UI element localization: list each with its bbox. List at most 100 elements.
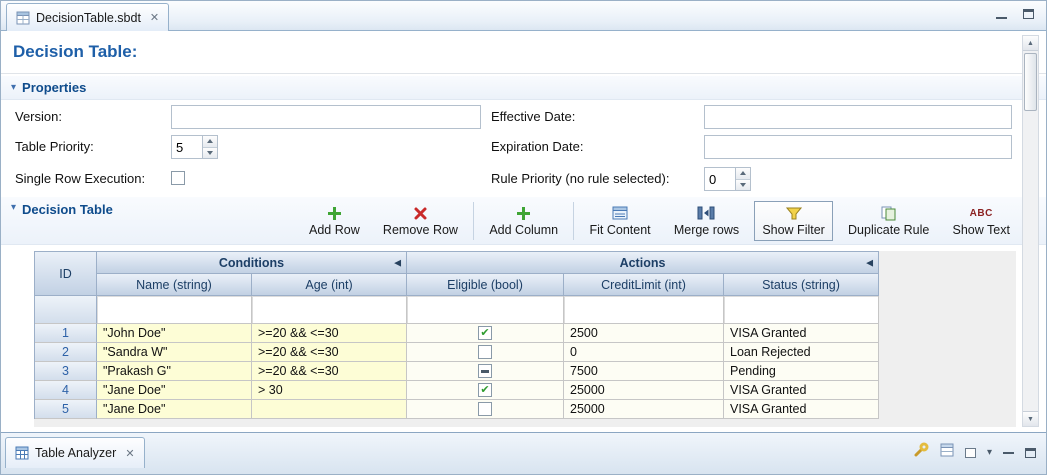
status-cell[interactable]: VISA Granted — [724, 400, 879, 419]
row-id-cell[interactable]: 2 — [35, 343, 97, 362]
status-cell[interactable]: Loan Rejected — [724, 343, 879, 362]
age-cell[interactable]: >=20 && <=30 — [252, 362, 407, 381]
editor-body: Decision Table: ▾ Properties Version: Ef… — [1, 31, 1046, 434]
column-header-creditlimit[interactable]: CreditLimit (int) — [564, 274, 724, 296]
eligible-checkbox[interactable] — [478, 402, 492, 416]
creditlimit-cell[interactable]: 25000 — [564, 400, 724, 419]
status-cell[interactable]: VISA Granted — [724, 381, 879, 400]
column-header-age[interactable]: Age (int) — [252, 274, 407, 296]
creditlimit-cell[interactable]: 7500 — [564, 362, 724, 381]
fit-content-button[interactable]: Fit Content — [582, 201, 659, 241]
add-icon — [516, 205, 531, 221]
tab-table-analyzer[interactable]: Table Analyzer ✕ — [5, 437, 145, 468]
id-column-header[interactable]: ID — [35, 252, 97, 296]
filter-status-input[interactable] — [724, 296, 879, 324]
tab-close-icon[interactable]: ✕ — [150, 11, 159, 24]
column-header-status[interactable]: Status (string) — [724, 274, 879, 296]
name-cell[interactable]: "John Doe" — [97, 324, 252, 343]
scroll-up-button[interactable]: ▲ — [1023, 36, 1038, 51]
spin-down-button[interactable] — [736, 179, 750, 191]
export-table-icon[interactable] — [940, 443, 954, 462]
eligible-checkbox[interactable] — [478, 345, 492, 359]
row-id-cell[interactable]: 1 — [35, 324, 97, 343]
name-cell[interactable]: "Sandra W" — [97, 343, 252, 362]
collapse-left-icon[interactable]: ◀ — [394, 257, 401, 268]
minimize-view-icon[interactable] — [1003, 452, 1014, 454]
table-priority-input[interactable] — [171, 135, 202, 159]
row-id-cell[interactable]: 5 — [35, 400, 97, 419]
wrench-icon[interactable] — [913, 442, 929, 463]
duplicate-rule-button[interactable]: Duplicate Rule — [840, 201, 937, 241]
add-column-button[interactable]: Add Column — [481, 201, 566, 241]
age-cell[interactable]: > 30 — [252, 381, 407, 400]
properties-section-header[interactable]: ▾ Properties — [1, 76, 1046, 100]
decision-table-area: ID Conditions ◀ Actions ◀ — [34, 251, 1016, 427]
row-id-cell[interactable]: 3 — [35, 362, 97, 381]
decision-table-toolbar: Add Row Remove Row Add Column Fit Conten… — [301, 197, 1018, 245]
scroll-down-button[interactable]: ▼ — [1023, 411, 1038, 426]
filter-eligible-input[interactable] — [407, 296, 564, 324]
minimize-icon[interactable] — [996, 17, 1007, 19]
show-filter-button[interactable]: Show Filter — [754, 201, 833, 241]
spin-up-button[interactable] — [736, 168, 750, 179]
eligible-checkbox[interactable] — [478, 364, 492, 378]
table-row: 5 "Jane Doe" 25000 VISA Granted — [35, 400, 879, 419]
spin-down-icon — [740, 183, 746, 187]
effective-date-input[interactable] — [704, 105, 1012, 129]
tab-close-icon[interactable]: ✕ — [125, 447, 134, 460]
maximize-view-icon[interactable] — [1025, 448, 1036, 458]
column-header-eligible[interactable]: Eligible (bool) — [407, 274, 564, 296]
collapse-arrow-icon[interactable]: ▾ — [11, 202, 16, 213]
collapse-left-icon[interactable]: ◀ — [866, 257, 873, 268]
spin-up-button[interactable] — [203, 136, 217, 147]
spin-down-button[interactable] — [203, 147, 217, 159]
name-cell[interactable]: "Jane Doe" — [97, 381, 252, 400]
filter-name-input[interactable] — [97, 296, 252, 324]
rule-priority-input[interactable] — [704, 167, 735, 191]
eligible-cell — [407, 400, 564, 419]
merge-rows-icon — [697, 205, 715, 221]
conditions-group-header[interactable]: Conditions ◀ — [97, 252, 407, 274]
add-row-button[interactable]: Add Row — [301, 201, 368, 241]
eligible-cell — [407, 362, 564, 381]
eligible-checkbox[interactable] — [478, 326, 492, 340]
single-row-execution-checkbox[interactable] — [171, 171, 185, 185]
eligible-cell — [407, 324, 564, 343]
layout-icon[interactable] — [965, 448, 976, 458]
filter-age-input[interactable] — [252, 296, 407, 324]
show-text-button[interactable]: ABC Show Text — [945, 201, 1018, 241]
filter-id-cell — [35, 296, 97, 324]
actions-group-header[interactable]: Actions ◀ — [407, 252, 879, 274]
name-cell[interactable]: "Prakash G" — [97, 362, 252, 381]
bottom-panel-toolbar: ▾ — [913, 442, 1036, 463]
age-cell[interactable]: >=20 && <=30 — [252, 324, 407, 343]
editor-scrollbar[interactable]: ▲ ▼ — [1022, 35, 1039, 427]
group-label: Actions — [620, 256, 666, 270]
editor-tab-decisiontable[interactable]: DecisionTable.sbdt ✕ — [6, 3, 169, 31]
name-cell[interactable]: "Jane Doe" — [97, 400, 252, 419]
filter-creditlimit-input[interactable] — [564, 296, 724, 324]
age-cell[interactable] — [252, 400, 407, 419]
age-cell[interactable]: >=20 && <=30 — [252, 343, 407, 362]
expiration-date-input[interactable] — [704, 135, 1012, 159]
creditlimit-cell[interactable]: 2500 — [564, 324, 724, 343]
decision-table-section-label: Decision Table — [22, 202, 113, 217]
row-id-cell[interactable]: 4 — [35, 381, 97, 400]
merge-rows-button[interactable]: Merge rows — [666, 201, 747, 241]
table-row: 4 "Jane Doe" > 30 25000 VISA Granted — [35, 381, 879, 400]
scrollbar-thumb[interactable] — [1024, 53, 1037, 111]
collapse-arrow-icon[interactable]: ▾ — [11, 82, 16, 93]
filter-row — [35, 296, 879, 324]
creditlimit-cell[interactable]: 25000 — [564, 381, 724, 400]
eligible-checkbox[interactable] — [478, 383, 492, 397]
status-cell[interactable]: VISA Granted — [724, 324, 879, 343]
column-header-name[interactable]: Name (string) — [97, 274, 252, 296]
version-label: Version: — [15, 105, 62, 129]
version-input[interactable] — [171, 105, 481, 129]
maximize-icon[interactable] — [1023, 9, 1034, 19]
table-priority-label: Table Priority: — [15, 135, 94, 159]
creditlimit-cell[interactable]: 0 — [564, 343, 724, 362]
remove-row-button[interactable]: Remove Row — [375, 201, 466, 241]
view-menu-icon[interactable]: ▾ — [987, 447, 992, 458]
status-cell[interactable]: Pending — [724, 362, 879, 381]
